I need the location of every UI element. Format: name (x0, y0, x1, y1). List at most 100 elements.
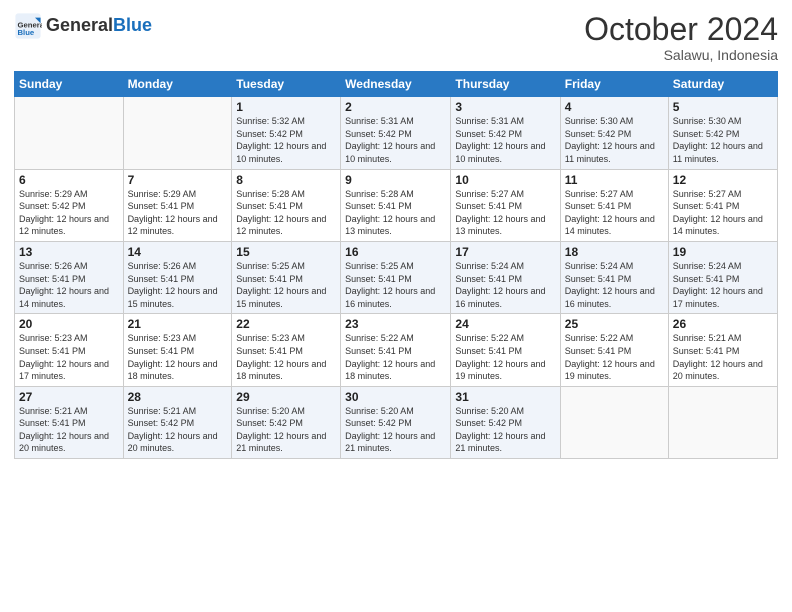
calendar-cell: 17Sunrise: 5:24 AM Sunset: 5:41 PM Dayli… (451, 241, 560, 313)
day-number: 21 (128, 317, 228, 331)
calendar-cell: 20Sunrise: 5:23 AM Sunset: 5:41 PM Dayli… (15, 314, 124, 386)
day-info: Sunrise: 5:23 AM Sunset: 5:41 PM Dayligh… (128, 332, 228, 382)
calendar-cell: 6Sunrise: 5:29 AM Sunset: 5:42 PM Daylig… (15, 169, 124, 241)
day-number: 24 (455, 317, 555, 331)
day-number: 1 (236, 100, 336, 114)
calendar-cell: 21Sunrise: 5:23 AM Sunset: 5:41 PM Dayli… (123, 314, 232, 386)
calendar-table: Sunday Monday Tuesday Wednesday Thursday… (14, 71, 778, 459)
day-info: Sunrise: 5:31 AM Sunset: 5:42 PM Dayligh… (345, 115, 446, 165)
title-area: October 2024 Salawu, Indonesia (584, 12, 778, 63)
month-title: October 2024 (584, 12, 778, 47)
calendar-week-2: 6Sunrise: 5:29 AM Sunset: 5:42 PM Daylig… (15, 169, 778, 241)
day-info: Sunrise: 5:27 AM Sunset: 5:41 PM Dayligh… (565, 188, 664, 238)
day-number: 18 (565, 245, 664, 259)
day-info: Sunrise: 5:29 AM Sunset: 5:42 PM Dayligh… (19, 188, 119, 238)
day-info: Sunrise: 5:31 AM Sunset: 5:42 PM Dayligh… (455, 115, 555, 165)
day-number: 19 (673, 245, 773, 259)
calendar-cell: 28Sunrise: 5:21 AM Sunset: 5:42 PM Dayli… (123, 386, 232, 458)
day-number: 15 (236, 245, 336, 259)
calendar-cell: 11Sunrise: 5:27 AM Sunset: 5:41 PM Dayli… (560, 169, 668, 241)
svg-text:Blue: Blue (18, 28, 35, 37)
day-info: Sunrise: 5:27 AM Sunset: 5:41 PM Dayligh… (455, 188, 555, 238)
day-info: Sunrise: 5:21 AM Sunset: 5:41 PM Dayligh… (19, 405, 119, 455)
header-row: Sunday Monday Tuesday Wednesday Thursday… (15, 72, 778, 97)
day-number: 14 (128, 245, 228, 259)
col-thursday: Thursday (451, 72, 560, 97)
day-number: 23 (345, 317, 446, 331)
day-info: Sunrise: 5:28 AM Sunset: 5:41 PM Dayligh… (345, 188, 446, 238)
calendar-cell: 13Sunrise: 5:26 AM Sunset: 5:41 PM Dayli… (15, 241, 124, 313)
calendar-cell: 14Sunrise: 5:26 AM Sunset: 5:41 PM Dayli… (123, 241, 232, 313)
day-info: Sunrise: 5:26 AM Sunset: 5:41 PM Dayligh… (19, 260, 119, 310)
calendar-cell: 30Sunrise: 5:20 AM Sunset: 5:42 PM Dayli… (341, 386, 451, 458)
calendar-cell: 24Sunrise: 5:22 AM Sunset: 5:41 PM Dayli… (451, 314, 560, 386)
day-number: 30 (345, 390, 446, 404)
day-number: 27 (19, 390, 119, 404)
day-info: Sunrise: 5:24 AM Sunset: 5:41 PM Dayligh… (565, 260, 664, 310)
day-number: 26 (673, 317, 773, 331)
day-number: 13 (19, 245, 119, 259)
logo: General Blue GeneralBlue (14, 12, 152, 40)
col-wednesday: Wednesday (341, 72, 451, 97)
day-info: Sunrise: 5:25 AM Sunset: 5:41 PM Dayligh… (345, 260, 446, 310)
day-info: Sunrise: 5:25 AM Sunset: 5:41 PM Dayligh… (236, 260, 336, 310)
day-info: Sunrise: 5:24 AM Sunset: 5:41 PM Dayligh… (455, 260, 555, 310)
logo-icon: General Blue (14, 12, 42, 40)
day-number: 8 (236, 173, 336, 187)
day-number: 5 (673, 100, 773, 114)
day-info: Sunrise: 5:23 AM Sunset: 5:41 PM Dayligh… (236, 332, 336, 382)
day-info: Sunrise: 5:32 AM Sunset: 5:42 PM Dayligh… (236, 115, 336, 165)
day-number: 28 (128, 390, 228, 404)
day-info: Sunrise: 5:29 AM Sunset: 5:41 PM Dayligh… (128, 188, 228, 238)
calendar-cell (668, 386, 777, 458)
calendar-cell: 2Sunrise: 5:31 AM Sunset: 5:42 PM Daylig… (341, 97, 451, 169)
day-info: Sunrise: 5:20 AM Sunset: 5:42 PM Dayligh… (345, 405, 446, 455)
calendar-cell: 31Sunrise: 5:20 AM Sunset: 5:42 PM Dayli… (451, 386, 560, 458)
calendar-week-4: 20Sunrise: 5:23 AM Sunset: 5:41 PM Dayli… (15, 314, 778, 386)
day-info: Sunrise: 5:22 AM Sunset: 5:41 PM Dayligh… (455, 332, 555, 382)
day-number: 4 (565, 100, 664, 114)
col-sunday: Sunday (15, 72, 124, 97)
calendar-cell: 16Sunrise: 5:25 AM Sunset: 5:41 PM Dayli… (341, 241, 451, 313)
day-number: 25 (565, 317, 664, 331)
calendar-cell: 8Sunrise: 5:28 AM Sunset: 5:41 PM Daylig… (232, 169, 341, 241)
col-saturday: Saturday (668, 72, 777, 97)
day-info: Sunrise: 5:22 AM Sunset: 5:41 PM Dayligh… (345, 332, 446, 382)
day-info: Sunrise: 5:27 AM Sunset: 5:41 PM Dayligh… (673, 188, 773, 238)
day-number: 3 (455, 100, 555, 114)
page: General Blue GeneralBlue October 2024 Sa… (0, 0, 792, 612)
calendar-cell: 7Sunrise: 5:29 AM Sunset: 5:41 PM Daylig… (123, 169, 232, 241)
calendar-cell: 22Sunrise: 5:23 AM Sunset: 5:41 PM Dayli… (232, 314, 341, 386)
calendar-cell: 12Sunrise: 5:27 AM Sunset: 5:41 PM Dayli… (668, 169, 777, 241)
day-number: 31 (455, 390, 555, 404)
day-number: 16 (345, 245, 446, 259)
day-number: 6 (19, 173, 119, 187)
calendar-week-3: 13Sunrise: 5:26 AM Sunset: 5:41 PM Dayli… (15, 241, 778, 313)
calendar-cell: 27Sunrise: 5:21 AM Sunset: 5:41 PM Dayli… (15, 386, 124, 458)
day-number: 12 (673, 173, 773, 187)
day-info: Sunrise: 5:26 AM Sunset: 5:41 PM Dayligh… (128, 260, 228, 310)
location-subtitle: Salawu, Indonesia (584, 47, 778, 63)
logo-text: GeneralBlue (46, 16, 152, 36)
calendar-cell: 3Sunrise: 5:31 AM Sunset: 5:42 PM Daylig… (451, 97, 560, 169)
day-number: 7 (128, 173, 228, 187)
day-number: 10 (455, 173, 555, 187)
day-number: 9 (345, 173, 446, 187)
day-info: Sunrise: 5:21 AM Sunset: 5:42 PM Dayligh… (128, 405, 228, 455)
calendar-cell: 5Sunrise: 5:30 AM Sunset: 5:42 PM Daylig… (668, 97, 777, 169)
col-monday: Monday (123, 72, 232, 97)
day-info: Sunrise: 5:30 AM Sunset: 5:42 PM Dayligh… (565, 115, 664, 165)
day-number: 29 (236, 390, 336, 404)
day-info: Sunrise: 5:30 AM Sunset: 5:42 PM Dayligh… (673, 115, 773, 165)
calendar-cell: 19Sunrise: 5:24 AM Sunset: 5:41 PM Dayli… (668, 241, 777, 313)
calendar-cell: 26Sunrise: 5:21 AM Sunset: 5:41 PM Dayli… (668, 314, 777, 386)
calendar-cell (15, 97, 124, 169)
calendar-cell: 29Sunrise: 5:20 AM Sunset: 5:42 PM Dayli… (232, 386, 341, 458)
calendar-cell: 23Sunrise: 5:22 AM Sunset: 5:41 PM Dayli… (341, 314, 451, 386)
calendar-cell: 15Sunrise: 5:25 AM Sunset: 5:41 PM Dayli… (232, 241, 341, 313)
calendar-cell: 1Sunrise: 5:32 AM Sunset: 5:42 PM Daylig… (232, 97, 341, 169)
day-number: 20 (19, 317, 119, 331)
calendar-cell: 4Sunrise: 5:30 AM Sunset: 5:42 PM Daylig… (560, 97, 668, 169)
day-info: Sunrise: 5:23 AM Sunset: 5:41 PM Dayligh… (19, 332, 119, 382)
calendar-week-5: 27Sunrise: 5:21 AM Sunset: 5:41 PM Dayli… (15, 386, 778, 458)
